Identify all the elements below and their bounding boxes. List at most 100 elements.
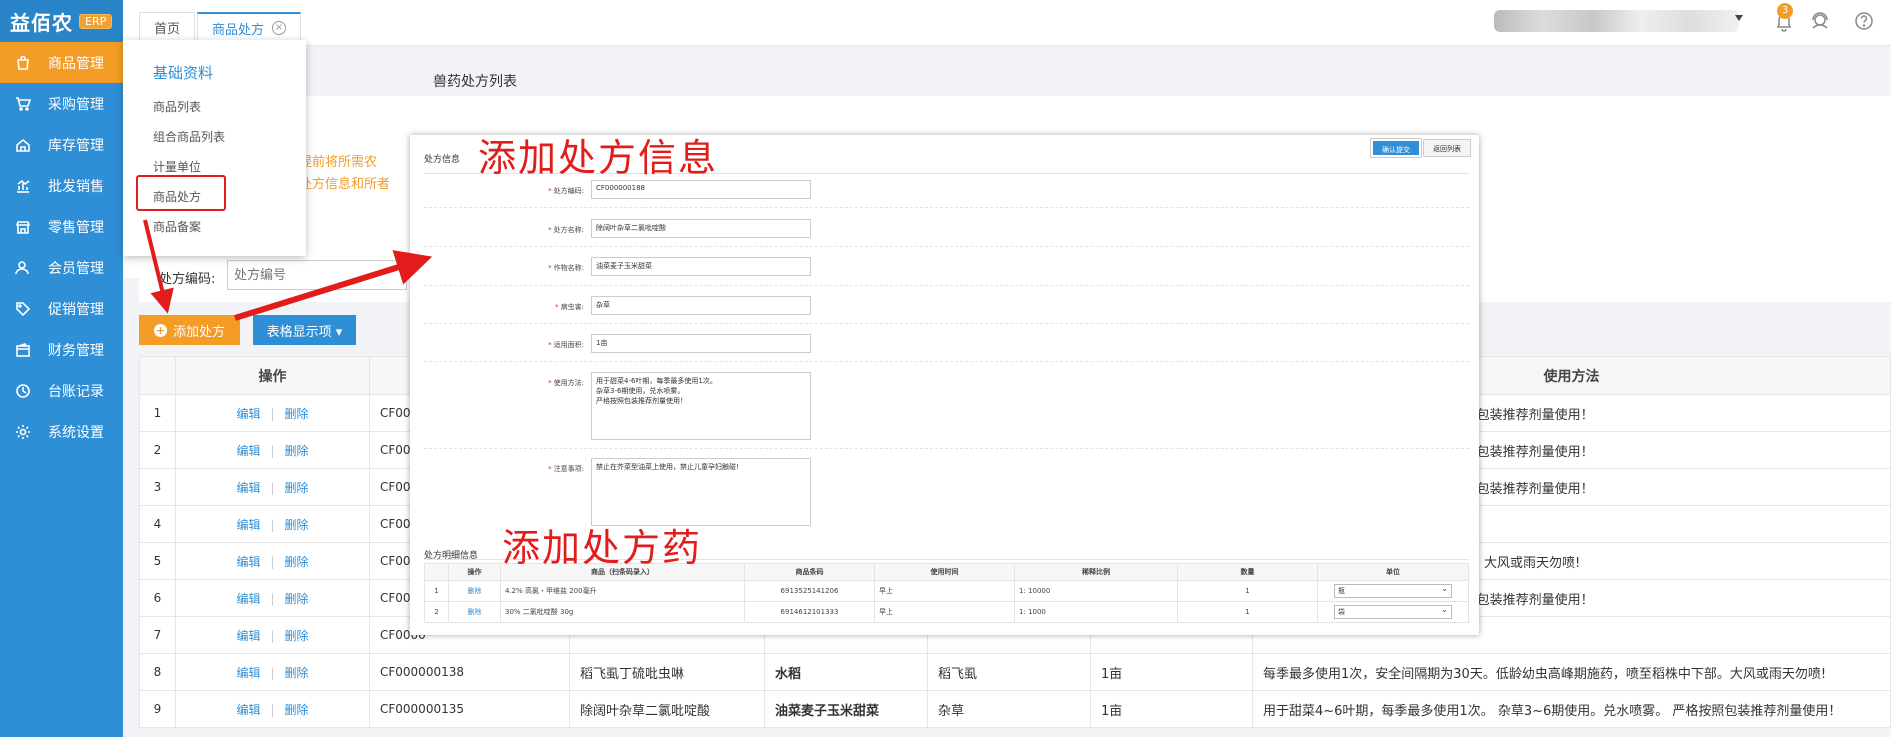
delete-link[interactable]: 删除 <box>285 666 309 680</box>
row-index: 1 <box>424 580 449 602</box>
row-actions: 编辑 | 删除 <box>175 653 370 691</box>
back-to-list-button[interactable]: 返回列表 <box>1423 139 1471 157</box>
close-icon[interactable]: × <box>272 21 287 35</box>
row-actions: 编辑 | 删除 <box>175 542 370 580</box>
sidebar-item-wholesale[interactable]: 批发销售 <box>0 165 123 206</box>
sidebar-item-member[interactable]: 会员管理 <box>0 247 123 288</box>
delete-link[interactable]: 删除 <box>285 407 309 421</box>
submenu-item-goods-list[interactable]: 商品列表 <box>153 98 201 115</box>
edit-link[interactable]: 编辑 <box>236 481 260 495</box>
sidebar-item-settings[interactable]: 系统设置 <box>0 411 123 452</box>
notification-badge: 3 <box>1777 3 1793 19</box>
user-menu[interactable] <box>1494 10 1739 32</box>
target-cell: 杂草 <box>927 690 1091 728</box>
section-title: 处方信息 <box>424 155 461 165</box>
highlight-box <box>136 175 226 211</box>
row-actions: 编辑 | 删除 <box>175 431 370 469</box>
product-cell: 30% 二氯吡啶酸 30g <box>500 601 745 623</box>
edit-link[interactable]: 编辑 <box>236 703 260 717</box>
sidebar: 益佰农 ERP 商品管理 采购管理 库存管理 批发销售 零售管理 会员管理 促销… <box>0 0 131 737</box>
support-icon[interactable] <box>1809 10 1831 32</box>
edit-link[interactable]: 编辑 <box>236 592 260 606</box>
bag-icon <box>14 54 32 72</box>
edit-link[interactable]: 编辑 <box>236 407 260 421</box>
prescription-code-field[interactable]: CF000000188 <box>591 180 811 199</box>
col-ratio: 稀释比例 <box>1014 563 1178 581</box>
divider <box>424 448 1469 449</box>
row-index: 9 <box>139 690 176 728</box>
row-actions: 编辑 | 删除 <box>175 505 370 543</box>
sidebar-item-label: 系统设置 <box>48 424 104 441</box>
col-barcode: 商品条码 <box>744 563 875 581</box>
tab-label: 首页 <box>154 22 181 37</box>
row-index: 7 <box>139 616 176 654</box>
unit-select[interactable]: 瓶 <box>1334 583 1452 598</box>
divider <box>424 285 1469 286</box>
table-columns-button[interactable]: 表格显示项 ▾ <box>253 315 356 345</box>
edit-link[interactable]: 编辑 <box>236 666 260 680</box>
delete-link[interactable]: 删除 <box>285 444 309 458</box>
separator: | <box>270 554 275 569</box>
separator: | <box>270 406 275 421</box>
edit-link[interactable]: 编辑 <box>236 518 260 532</box>
sidebar-item-promotion[interactable]: 促销管理 <box>0 288 123 329</box>
col-index <box>424 563 449 581</box>
barcode-cell: 6913525141206 <box>744 580 875 602</box>
edit-link[interactable]: 编辑 <box>236 444 260 458</box>
gear-icon <box>14 423 32 441</box>
submenu-item-unit[interactable]: 计量单位 <box>153 158 201 175</box>
field-label: * 适用面积: <box>548 341 584 349</box>
sidebar-item-label: 采购管理 <box>48 96 104 113</box>
confirm-submit-button[interactable]: 确认提交 <box>1370 138 1422 158</box>
edit-link[interactable]: 编辑 <box>236 629 260 643</box>
caution-textarea[interactable]: 禁止在芥菜型油菜上使用，禁止儿童孕妇触碰! <box>591 458 811 526</box>
annotation-add-info: 添加处方信息 <box>478 136 719 180</box>
code-cell: CF000000135 <box>369 690 570 728</box>
annotation-add-drug: 添加处方药 <box>502 526 703 570</box>
tab-prescription[interactable]: 商品处方 × <box>197 12 302 42</box>
col-qty: 数量 <box>1177 563 1318 581</box>
separator: | <box>270 665 275 680</box>
goods-submenu: 基础资料 商品列表 组合商品列表 计量单位 商品处方 商品备案 <box>123 40 306 256</box>
col-unit: 单位 <box>1317 563 1469 581</box>
caret-down-icon[interactable] <box>1735 15 1743 21</box>
row-actions: 编辑 | 删除 <box>175 394 370 432</box>
sidebar-item-finance[interactable]: 财务管理 <box>0 329 123 370</box>
delete-link[interactable]: 删除 <box>285 629 309 643</box>
qty-cell: 1 <box>1177 601 1318 623</box>
sidebar-item-label: 库存管理 <box>48 137 104 154</box>
delete-link[interactable]: 删除 <box>285 592 309 606</box>
sidebar-item-goods[interactable]: 商品管理 <box>0 42 131 83</box>
prescription-code-input[interactable] <box>227 260 407 290</box>
store-icon <box>14 218 32 236</box>
row-index: 6 <box>139 579 176 617</box>
help-icon[interactable] <box>1853 10 1875 32</box>
usage-cell: 每季最多使用1次，安全间隔期为30天。低龄幼虫高峰期施药，喷至稻株中下部。大风或… <box>1252 653 1891 691</box>
add-prescription-button[interactable]: + 添加处方 <box>139 315 240 345</box>
sidebar-item-purchase[interactable]: 采购管理 <box>0 83 123 124</box>
submenu-item-combo-list[interactable]: 组合商品列表 <box>153 128 225 145</box>
sidebar-item-inventory[interactable]: 库存管理 <box>0 124 123 165</box>
edit-link[interactable]: 编辑 <box>236 555 260 569</box>
area-field[interactable]: 1亩 <box>591 334 811 353</box>
delete-link[interactable]: 删除 <box>285 481 309 495</box>
delete-link[interactable]: 删除 <box>448 580 501 602</box>
tab-home[interactable]: 首页 <box>139 12 196 42</box>
pest-field[interactable]: 杂草 <box>591 296 811 315</box>
name-cell: 稻飞虱丁硫吡虫啉 <box>569 653 765 691</box>
delete-link[interactable]: 删除 <box>285 555 309 569</box>
unit-select[interactable]: 袋 <box>1334 604 1452 619</box>
col-time: 使用时间 <box>874 563 1015 581</box>
separator: | <box>270 443 275 458</box>
sidebar-item-retail[interactable]: 零售管理 <box>0 206 123 247</box>
sidebar-item-label: 会员管理 <box>48 260 104 277</box>
delete-link[interactable]: 删除 <box>285 518 309 532</box>
field-label: * 使用方法: <box>548 379 584 387</box>
submenu-item-filing[interactable]: 商品备案 <box>153 218 201 235</box>
sidebar-item-ledger[interactable]: 台账记录 <box>0 370 123 411</box>
crop-name-field[interactable]: 油菜麦子玉米甜菜 <box>591 257 811 276</box>
usage-textarea[interactable]: 用于甜菜4-6叶期，每季最多使用1次。 杂草3-6期使用，兑水喷雾。 严格按照包… <box>591 372 811 440</box>
delete-link[interactable]: 删除 <box>448 601 501 623</box>
delete-link[interactable]: 删除 <box>285 703 309 717</box>
prescription-name-field[interactable]: 除阔叶杂草二氯吡啶酸 <box>591 219 811 238</box>
